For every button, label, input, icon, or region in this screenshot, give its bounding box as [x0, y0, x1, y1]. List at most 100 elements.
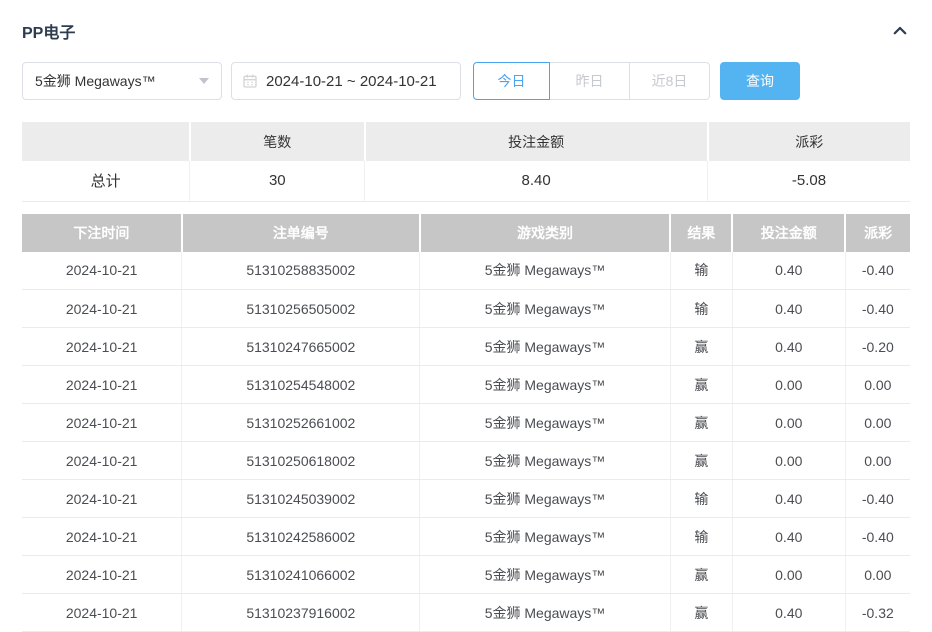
- col-payout: 派彩: [845, 214, 910, 252]
- game-type-cell: 5金狮 Megaways™: [420, 252, 670, 290]
- chevron-up-icon[interactable]: [890, 21, 910, 41]
- summary-total-label: 总计: [22, 161, 190, 201]
- payout-cell: -0.32: [845, 594, 910, 632]
- summary-total-payout: -5.08: [708, 161, 910, 201]
- table-row: 2024-10-21 51310252661002 5金狮 Megaways™ …: [22, 404, 910, 442]
- payout-cell: 0.00: [845, 404, 910, 442]
- result-cell: 输: [670, 518, 732, 556]
- bet-amount-cell: 0.00: [732, 442, 845, 480]
- bet-amount-cell: 0.40: [732, 290, 845, 328]
- result-cell: 输: [670, 252, 732, 290]
- summary-total-count: 30: [190, 161, 365, 201]
- payout-cell: -0.40: [845, 252, 910, 290]
- result-cell: 赢: [670, 366, 732, 404]
- bet-amount-cell: 0.40: [732, 518, 845, 556]
- calendar-icon: [242, 73, 258, 89]
- order-id-cell: 51310256505002: [182, 290, 420, 328]
- summary-header-row: 笔数 投注金额 派彩: [22, 122, 910, 161]
- col-result: 结果: [670, 214, 732, 252]
- game-type-cell: 5金狮 Megaways™: [420, 404, 670, 442]
- order-id-cell: 51310247665002: [182, 328, 420, 366]
- bet-amount-cell: 0.40: [732, 594, 845, 632]
- payout-cell: -0.40: [845, 518, 910, 556]
- result-cell: 输: [670, 290, 732, 328]
- records-header-row: 下注时间 注单编号 游戏类别 结果 投注金额 派彩: [22, 214, 910, 252]
- order-id-cell: 51310245039002: [182, 480, 420, 518]
- summary-col-count: 笔数: [190, 122, 365, 161]
- bet-time-cell: 2024-10-21: [22, 252, 182, 290]
- search-button[interactable]: 查询: [720, 62, 800, 100]
- bet-time-cell: 2024-10-21: [22, 556, 182, 594]
- col-game-type: 游戏类别: [420, 214, 670, 252]
- bet-time-cell: 2024-10-21: [22, 594, 182, 632]
- bet-amount-cell: 0.40: [732, 480, 845, 518]
- summary-col-bet-amount: 投注金额: [365, 122, 708, 161]
- order-id-cell: 51310258835002: [182, 252, 420, 290]
- game-type-cell: 5金狮 Megaways™: [420, 366, 670, 404]
- table-row: 2024-10-21 51310242586002 5金狮 Megaways™ …: [22, 518, 910, 556]
- page-title: PP电子: [22, 19, 75, 43]
- game-type-cell: 5金狮 Megaways™: [420, 594, 670, 632]
- game-select[interactable]: 5金狮 Megaways™: [22, 62, 222, 100]
- panel: PP电子 5金狮 Megaways™ 2024-10-21 ~ 2024-10-…: [0, 20, 932, 632]
- records-table: 下注时间 注单编号 游戏类别 结果 投注金额 派彩 2024-10-21 513…: [22, 214, 910, 632]
- bet-time-cell: 2024-10-21: [22, 404, 182, 442]
- table-row: 2024-10-21 51310237916002 5金狮 Megaways™ …: [22, 594, 910, 632]
- col-order-id: 注单编号: [182, 214, 420, 252]
- order-id-cell: 51310242586002: [182, 518, 420, 556]
- result-cell: 赢: [670, 442, 732, 480]
- date-range-input[interactable]: 2024-10-21 ~ 2024-10-21: [231, 62, 461, 100]
- order-id-cell: 51310237916002: [182, 594, 420, 632]
- bet-amount-cell: 0.40: [732, 328, 845, 366]
- tab-last-8-days[interactable]: 近8日: [630, 62, 710, 100]
- table-row: 2024-10-21 51310241066002 5金狮 Megaways™ …: [22, 556, 910, 594]
- result-cell: 赢: [670, 328, 732, 366]
- col-bet-amount: 投注金额: [732, 214, 845, 252]
- game-type-cell: 5金狮 Megaways™: [420, 328, 670, 366]
- table-row: 2024-10-21 51310250618002 5金狮 Megaways™ …: [22, 442, 910, 480]
- tab-today[interactable]: 今日: [473, 62, 550, 100]
- table-row: 2024-10-21 51310254548002 5金狮 Megaways™ …: [22, 366, 910, 404]
- payout-cell: -0.40: [845, 290, 910, 328]
- order-id-cell: 51310250618002: [182, 442, 420, 480]
- game-type-cell: 5金狮 Megaways™: [420, 556, 670, 594]
- bet-amount-cell: 0.40: [732, 252, 845, 290]
- result-cell: 赢: [670, 594, 732, 632]
- table-row: 2024-10-21 51310247665002 5金狮 Megaways™ …: [22, 328, 910, 366]
- caret-down-icon: [199, 78, 209, 84]
- order-id-cell: 51310254548002: [182, 366, 420, 404]
- summary-table: 笔数 投注金额 派彩 总计 30 8.40 -5.08: [22, 122, 910, 202]
- filter-bar: 5金狮 Megaways™ 2024-10-21 ~ 2024-10-21 今日…: [22, 62, 910, 100]
- table-row: 2024-10-21 51310245039002 5金狮 Megaways™ …: [22, 480, 910, 518]
- panel-header: PP电子: [22, 20, 910, 42]
- tab-yesterday[interactable]: 昨日: [550, 62, 630, 100]
- payout-cell: -0.40: [845, 480, 910, 518]
- summary-total-row: 总计 30 8.40 -5.08: [22, 161, 910, 201]
- bet-amount-cell: 0.00: [732, 366, 845, 404]
- summary-total-bet-amount: 8.40: [365, 161, 708, 201]
- bet-amount-cell: 0.00: [732, 404, 845, 442]
- quick-date-tabs: 今日 昨日 近8日: [473, 62, 710, 100]
- bet-time-cell: 2024-10-21: [22, 518, 182, 556]
- table-row: 2024-10-21 51310258835002 5金狮 Megaways™ …: [22, 252, 910, 290]
- col-bet-time: 下注时间: [22, 214, 182, 252]
- game-type-cell: 5金狮 Megaways™: [420, 442, 670, 480]
- bet-time-cell: 2024-10-21: [22, 480, 182, 518]
- game-type-cell: 5金狮 Megaways™: [420, 480, 670, 518]
- order-id-cell: 51310252661002: [182, 404, 420, 442]
- bet-time-cell: 2024-10-21: [22, 366, 182, 404]
- bet-time-cell: 2024-10-21: [22, 290, 182, 328]
- result-cell: 输: [670, 480, 732, 518]
- table-row: 2024-10-21 51310256505002 5金狮 Megaways™ …: [22, 290, 910, 328]
- payout-cell: 0.00: [845, 442, 910, 480]
- result-cell: 赢: [670, 404, 732, 442]
- bet-time-cell: 2024-10-21: [22, 328, 182, 366]
- payout-cell: 0.00: [845, 366, 910, 404]
- result-cell: 赢: [670, 556, 732, 594]
- summary-col-blank: [22, 122, 190, 161]
- game-select-value: 5金狮 Megaways™: [35, 71, 156, 91]
- payout-cell: 0.00: [845, 556, 910, 594]
- order-id-cell: 51310241066002: [182, 556, 420, 594]
- game-type-cell: 5金狮 Megaways™: [420, 290, 670, 328]
- bet-time-cell: 2024-10-21: [22, 442, 182, 480]
